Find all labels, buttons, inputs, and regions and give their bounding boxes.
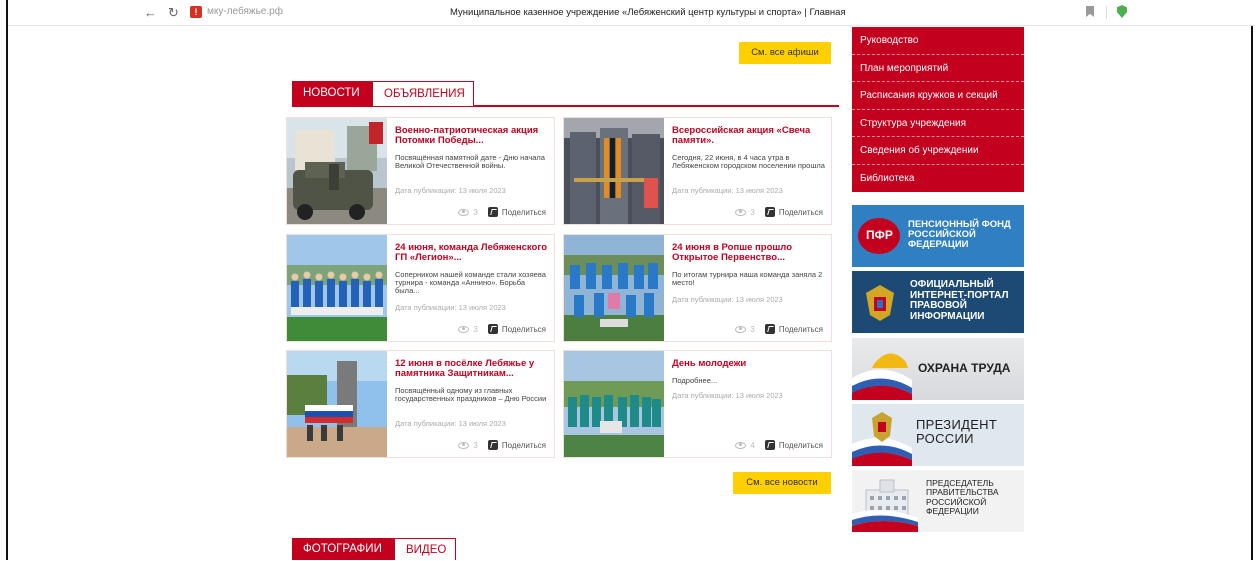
share-icon[interactable] [487,324,498,334]
pension-fund-logo-icon: ПФР [858,218,900,254]
news-card[interactable]: Всероссийская акция «Свеча памяти». Сего… [563,117,832,225]
tab-video[interactable]: ВИДЕО [394,538,456,560]
tab-announcements[interactable]: ОБЪЯВЛЕНИЯ [372,81,474,106]
sidebar-item-leadership[interactable]: Руководство [852,27,1024,55]
news-photo-youth-day[interactable] [564,351,664,457]
view-count: 3 [750,207,755,217]
coat-of-arms-icon [852,404,912,466]
view-count: 3 [750,324,755,334]
view-count: 3 [473,440,478,450]
eye-icon [735,441,747,449]
news-date: Дата публикации: 13 июля 2023 [395,419,506,428]
news-photo-candle-memory[interactable] [564,118,664,224]
sidebar-item-structure[interactable]: Структура учреждения [852,110,1024,137]
banner-labor-safety[interactable]: ОХРАНА ТРУДА [852,338,1024,400]
banner-government[interactable]: ПРЕДСЕДАТЕЛЬ ПРАВИТЕЛЬСТВА РОССИЙСКОЙ ФЕ… [852,470,1024,532]
share-link[interactable]: Поделиться [779,325,823,334]
news-photo-tournament[interactable] [564,235,664,341]
browser-window: ← ↻ ! мку-лебяжье.рф Муниципальное казен… [6,0,1255,560]
news-excerpt: Посвящённый одному из главных государств… [395,386,547,404]
news-card[interactable]: День молодежи Подробнее... Дата публикац… [563,350,832,458]
news-excerpt: Соперником нашей команде стали хозяева т… [395,270,546,296]
share-link[interactable]: Поделиться [502,208,546,217]
news-meta: 3 Поделиться [735,324,823,334]
eye-icon [735,325,747,333]
share-link[interactable]: Поделиться [502,441,546,450]
tab-photos[interactable]: ФОТОГРАФИИ [292,538,394,560]
see-all-news-button[interactable]: См. все новости [733,472,831,494]
sidebar-item-info[interactable]: Сведения об учреждении [852,137,1024,165]
banner-labor-text: ОХРАНА ТРУДА [918,361,1011,375]
shield-extension-icon[interactable] [1117,5,1127,18]
sidebar-item-events-plan[interactable]: План мероприятий [852,55,1024,82]
tab-news[interactable]: НОВОСТИ [292,81,372,106]
news-date: Дата публикации: 13 июля 2023 [672,391,783,400]
share-link[interactable]: Поделиться [779,208,823,217]
share-icon[interactable] [487,207,498,217]
eye-icon [458,325,470,333]
banner-president-text: ПРЕЗИДЕНТ РОССИИ [916,417,998,446]
bookmark-icon[interactable] [1086,6,1094,17]
news-card[interactable]: Военно-патриотическая акция Потомки Побе… [286,117,555,225]
news-excerpt: Подробнее... [672,376,718,385]
view-count: 3 [473,324,478,334]
see-all-afisha-button[interactable]: См. все афиши [739,42,831,64]
toolbar-divider [1106,6,1107,19]
news-card[interactable]: 24 июня, команда Лебяженского ГП «Легион… [286,234,555,342]
eye-icon [458,208,470,216]
banner-government-text: ПРЕДСЕДАТЕЛЬ ПРАВИТЕЛЬСТВА РОССИЙСКОЙ ФЕ… [926,478,999,517]
back-arrow-icon[interactable]: ← [144,5,157,20]
share-link[interactable]: Поделиться [779,441,823,450]
news-excerpt: Посвящённая памятной дате - Дню начала В… [395,153,545,171]
news-meta: 3 Поделиться [458,324,546,334]
news-meta: 3 Поделиться [735,207,823,217]
share-icon[interactable] [487,440,498,450]
sidebar-menu: Руководство План мероприятий Расписания … [852,27,1024,192]
news-date: Дата публикации: 13 июля 2023 [395,303,506,312]
news-tabs: НОВОСТИ ОБЪЯВЛЕНИЯ [292,81,839,107]
news-title[interactable]: Всероссийская акция «Свеча памяти». [672,126,827,146]
news-photo-military-vehicle[interactable] [287,118,387,224]
news-photo-football-team[interactable] [287,235,387,341]
reload-icon[interactable]: ↻ [168,5,179,21]
news-title[interactable]: 24 июня, команда Лебяженского ГП «Легион… [395,243,550,263]
browser-toolbar: ← ↻ ! мку-лебяжье.рф Муниципальное казен… [8,0,1255,26]
news-meta: 4 Поделиться [735,440,823,450]
news-date: Дата публикации: 13 июля 2023 [672,186,783,195]
news-meta: 3 Поделиться [458,207,546,217]
view-count: 4 [750,440,755,450]
sidebar-item-schedules[interactable]: Расписания кружков и секций [852,82,1024,110]
eagle-emblem-icon [860,281,900,323]
eye-icon [458,441,470,449]
view-count: 3 [473,207,478,217]
banner-legal-portal[interactable]: ОФИЦИАЛЬНЫЙ ИНТЕРНЕТ-ПОРТАЛ ПРАВОВОЙ ИНФ… [852,271,1024,333]
eye-icon [735,208,747,216]
news-excerpt: По итогам турнира наша команда заняла 2 … [672,270,823,288]
news-title[interactable]: Военно-патриотическая акция Потомки Побе… [395,126,550,146]
news-date: Дата публикации: 13 июля 2023 [395,186,506,195]
hard-hat-icon [852,338,912,400]
share-icon[interactable] [764,324,775,334]
news-title[interactable]: 24 июня в Ропше прошло Открытое Первенст… [672,243,827,263]
news-excerpt: Сегодня, 22 июня, в 4 часа утра в Лебяже… [672,153,825,171]
banner-president[interactable]: ПРЕЗИДЕНТ РОССИИ [852,404,1024,466]
news-meta: 3 Поделиться [458,440,546,450]
news-date: Дата публикации: 13 июля 2023 [672,295,783,304]
warning-icon[interactable]: ! [190,6,202,18]
banner-pension-fund[interactable]: ПФР ПЕНСИОННЫЙ ФОНД РОССИЙСКОЙ ФЕДЕРАЦИИ [852,205,1024,267]
page-title: Муниципальное казенное учреждение «Лебяж… [450,7,846,18]
banner-legal-text: ОФИЦИАЛЬНЫЙ ИНТЕРНЕТ-ПОРТАЛ ПРАВОВОЙ ИНФ… [910,279,1009,322]
share-icon[interactable] [764,207,775,217]
address-bar-url[interactable]: мку-лебяжье.рф [207,6,283,17]
news-title[interactable]: День молодежи [672,359,827,369]
banner-pension-text: ПЕНСИОННЫЙ ФОНД РОССИЙСКОЙ ФЕДЕРАЦИИ [908,219,1011,250]
news-photo-russia-day[interactable] [287,351,387,457]
news-title[interactable]: 12 июня в посёлке Лебяжье у памятника За… [395,359,550,379]
sidebar-item-library[interactable]: Библиотека [852,165,1024,193]
share-icon[interactable] [764,440,775,450]
share-link[interactable]: Поделиться [502,325,546,334]
news-card[interactable]: 24 июня в Ропше прошло Открытое Первенст… [563,234,832,342]
news-card[interactable]: 12 июня в посёлке Лебяжье у памятника За… [286,350,555,458]
white-house-icon [852,470,918,532]
